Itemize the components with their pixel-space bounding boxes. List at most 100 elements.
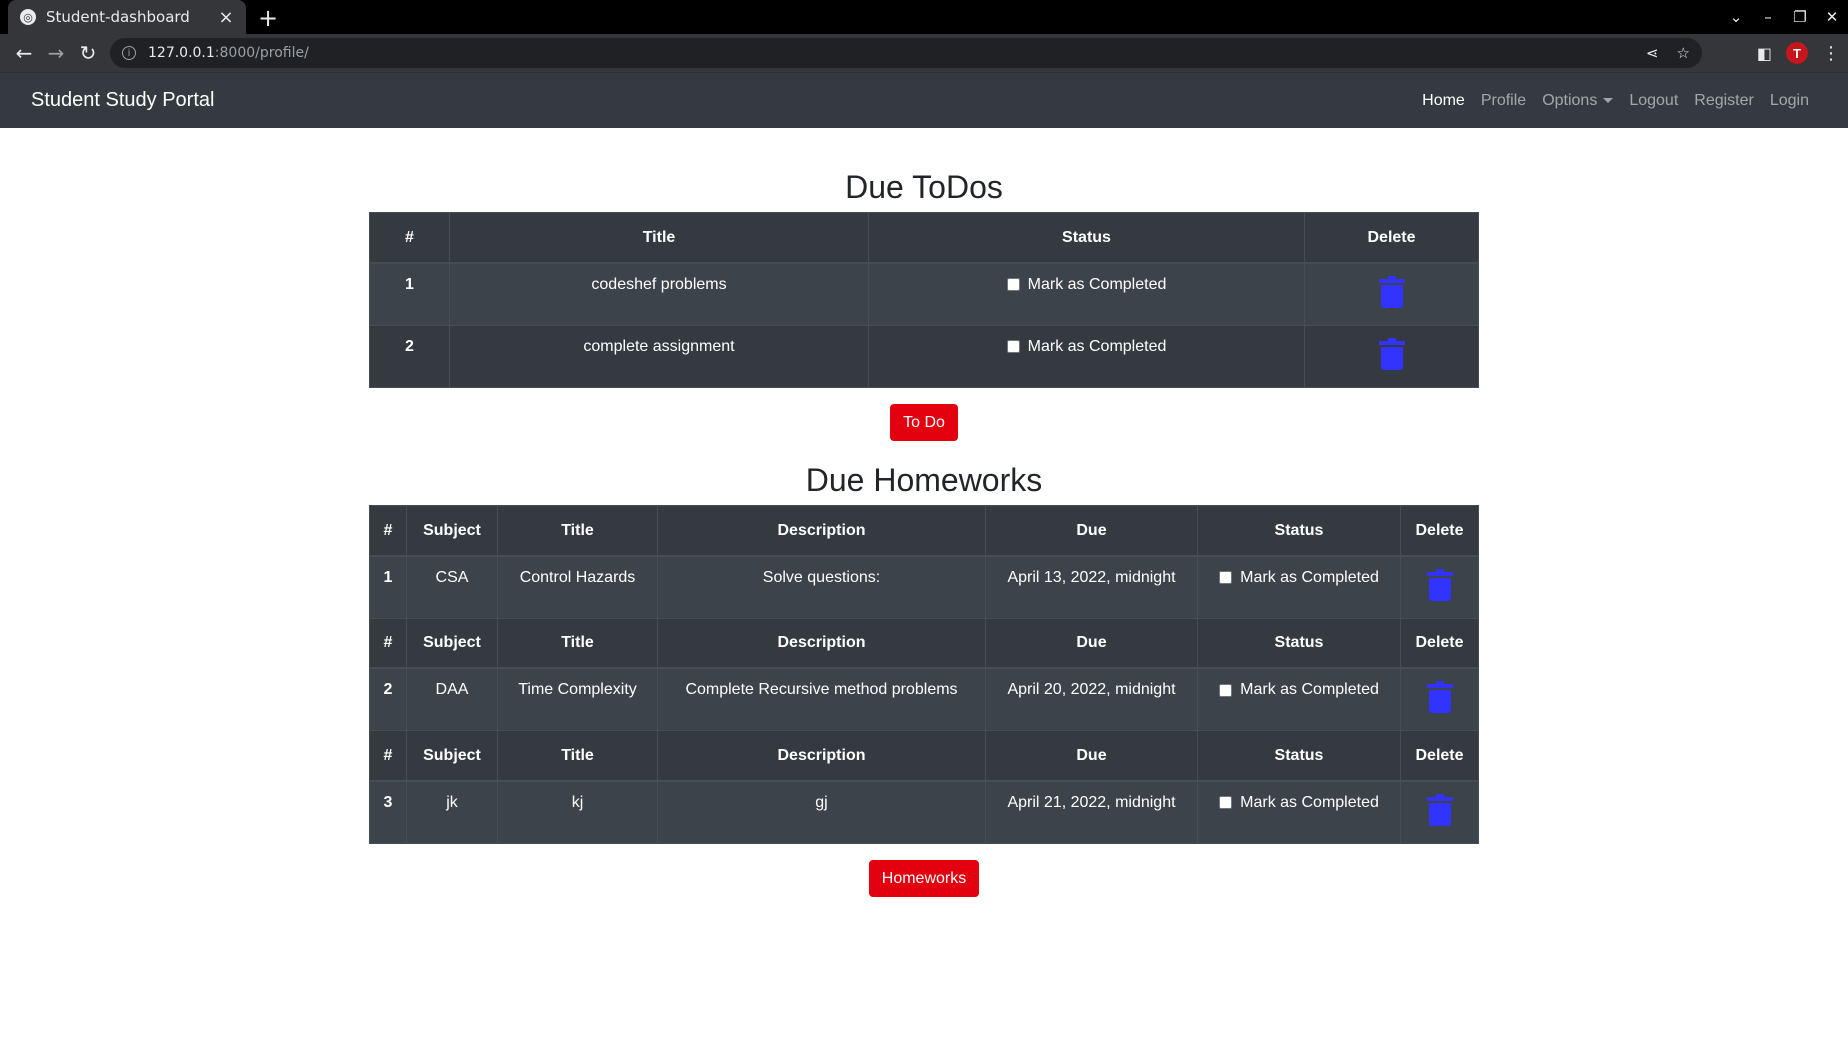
col-header-delete: Delete bbox=[1304, 212, 1479, 264]
homework-due: April 13, 2022, midnight bbox=[985, 555, 1198, 619]
profile-avatar[interactable]: T bbox=[1786, 42, 1808, 64]
tab-title: Student-dashboard bbox=[46, 8, 190, 26]
todo-title: complete assignment bbox=[449, 324, 869, 388]
col-header-title: Title bbox=[497, 505, 658, 557]
trash-icon[interactable] bbox=[1426, 681, 1453, 714]
main-content: Due ToDos # Title Status Delete 1 codesh… bbox=[369, 168, 1479, 898]
todo-num: 2 bbox=[369, 324, 450, 388]
trash-icon[interactable] bbox=[1426, 568, 1453, 601]
col-header-due: Due bbox=[985, 505, 1198, 557]
homework-subject: CSA bbox=[406, 555, 498, 619]
side-panel-icon[interactable]: ◧ bbox=[1757, 44, 1772, 63]
close-tab-icon[interactable]: × bbox=[216, 7, 236, 28]
col-header-description: Description bbox=[657, 730, 986, 782]
col-header-title: Title bbox=[497, 730, 658, 782]
homework-delete-cell bbox=[1400, 555, 1479, 619]
browser-menu-icon[interactable]: ⋮ bbox=[1822, 43, 1840, 64]
restore-icon[interactable]: ❐ bbox=[1784, 8, 1816, 26]
todo-row: 2 complete assignment Mark as Completed bbox=[369, 324, 1479, 388]
todo-status-label: Mark as Completed bbox=[1027, 337, 1167, 355]
trash-icon[interactable] bbox=[1378, 337, 1405, 370]
nav-home[interactable]: Home bbox=[1414, 92, 1473, 110]
window-controls: ⌄ – ❐ ✕ bbox=[1720, 0, 1848, 34]
browser-tab[interactable]: ◎ Student-dashboard × bbox=[8, 0, 246, 34]
minimize-icon[interactable]: – bbox=[1752, 8, 1784, 26]
homework-row: 3 jk kj gj April 21, 2022, midnight Mark… bbox=[369, 780, 1479, 844]
col-header-status: Status bbox=[1197, 730, 1401, 782]
todo-row: 1 codeshef problems Mark as Completed bbox=[369, 262, 1479, 326]
col-header-status: Status bbox=[1197, 505, 1401, 557]
mark-completed-checkbox[interactable] bbox=[1006, 340, 1020, 354]
col-header-delete: Delete bbox=[1400, 505, 1479, 557]
site-navbar: Student Study Portal Home Profile Option… bbox=[0, 72, 1848, 128]
tab-search-icon[interactable]: ⌄ bbox=[1720, 8, 1752, 26]
homeworks-heading: Due Homeworks bbox=[805, 462, 1043, 499]
homework-row: 1 CSA Control Hazards Solve questions: A… bbox=[369, 555, 1479, 619]
col-header-description: Description bbox=[657, 617, 986, 670]
back-icon[interactable]: ← bbox=[8, 41, 40, 65]
homework-due: April 20, 2022, midnight bbox=[985, 667, 1198, 732]
homework-status-label: Mark as Completed bbox=[1240, 793, 1379, 811]
url-path: :8000/profile/ bbox=[214, 45, 309, 61]
nav-links: Home Profile Options Logout Register Log… bbox=[1414, 92, 1817, 110]
col-header-delete: Delete bbox=[1400, 730, 1479, 782]
nav-options-dropdown[interactable]: Options bbox=[1534, 92, 1621, 110]
col-header-num: # bbox=[369, 617, 407, 670]
todo-button[interactable]: To Do bbox=[890, 403, 958, 442]
homework-num: 1 bbox=[369, 555, 407, 619]
col-header-due: Due bbox=[985, 617, 1198, 670]
homework-header-row: # Subject Title Description Due Status D… bbox=[369, 617, 1479, 670]
homework-description: Complete Recursive method problems bbox=[657, 667, 986, 732]
homework-num: 2 bbox=[369, 667, 407, 732]
new-tab-icon[interactable]: + bbox=[258, 4, 278, 32]
nav-logout[interactable]: Logout bbox=[1621, 92, 1686, 110]
nav-login[interactable]: Login bbox=[1762, 92, 1817, 110]
mark-completed-checkbox[interactable] bbox=[1219, 796, 1233, 810]
homework-description: Solve questions: bbox=[657, 555, 986, 619]
trash-icon[interactable] bbox=[1378, 275, 1405, 308]
mark-completed-checkbox[interactable] bbox=[1219, 571, 1233, 585]
todos-header-row: # Title Status Delete bbox=[369, 212, 1479, 264]
share-icon[interactable]: ⋖ bbox=[1646, 44, 1659, 62]
todo-num: 1 bbox=[369, 262, 450, 326]
forward-icon[interactable]: → bbox=[40, 41, 72, 65]
homework-status-cell: Mark as Completed bbox=[1197, 780, 1401, 844]
trash-icon[interactable] bbox=[1426, 793, 1453, 826]
todo-delete-cell bbox=[1304, 262, 1479, 326]
homeworks-button[interactable]: Homeworks bbox=[868, 859, 980, 898]
homework-num: 3 bbox=[369, 780, 407, 844]
col-header-title: Title bbox=[449, 212, 869, 264]
homework-header-row: # Subject Title Description Due Status D… bbox=[369, 730, 1479, 782]
homework-status-cell: Mark as Completed bbox=[1197, 667, 1401, 732]
col-header-delete: Delete bbox=[1400, 617, 1479, 670]
homework-title: kj bbox=[497, 780, 658, 844]
todo-title: codeshef problems bbox=[449, 262, 869, 326]
mark-completed-checkbox[interactable] bbox=[1219, 683, 1233, 697]
address-bar[interactable]: i 127.0.0.1:8000/profile/ ⋖ ☆ bbox=[110, 38, 1702, 68]
close-window-icon[interactable]: ✕ bbox=[1816, 8, 1848, 26]
todo-status-cell: Mark as Completed bbox=[868, 262, 1305, 326]
todos-heading: Due ToDos bbox=[845, 169, 1003, 205]
nav-profile[interactable]: Profile bbox=[1473, 92, 1534, 110]
homework-header-row: # Subject Title Description Due Status D… bbox=[369, 505, 1479, 557]
mark-completed-checkbox[interactable] bbox=[1006, 278, 1020, 292]
info-icon[interactable]: i bbox=[122, 46, 136, 60]
bookmark-star-icon[interactable]: ☆ bbox=[1677, 44, 1690, 62]
homework-description: gj bbox=[657, 780, 986, 844]
col-header-description: Description bbox=[657, 505, 986, 557]
nav-options-label: Options bbox=[1542, 91, 1598, 109]
homework-title: Control Hazards bbox=[497, 555, 658, 619]
globe-icon: ◎ bbox=[20, 9, 36, 25]
navbar-brand[interactable]: Student Study Portal bbox=[31, 89, 214, 112]
homework-due: April 21, 2022, midnight bbox=[985, 780, 1198, 844]
homework-title: Time Complexity bbox=[497, 667, 658, 732]
homework-delete-cell bbox=[1400, 780, 1479, 844]
caret-down-icon bbox=[1603, 97, 1614, 103]
reload-icon[interactable]: ↻ bbox=[72, 41, 104, 65]
nav-register[interactable]: Register bbox=[1686, 92, 1762, 110]
col-header-subject: Subject bbox=[406, 730, 498, 782]
col-header-due: Due bbox=[985, 730, 1198, 782]
col-header-num: # bbox=[369, 505, 407, 557]
col-header-num: # bbox=[369, 730, 407, 782]
col-header-status: Status bbox=[868, 212, 1305, 264]
